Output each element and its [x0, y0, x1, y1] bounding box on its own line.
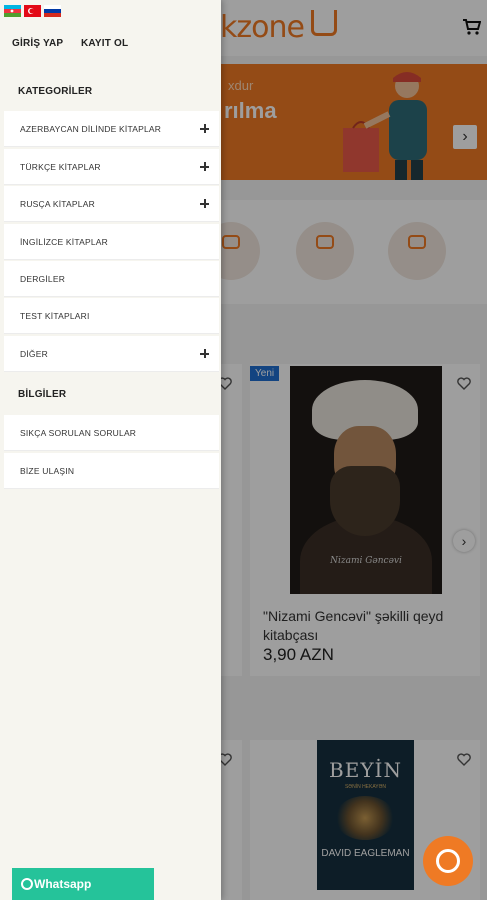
menu-item-label: TEST KİTAPLARI: [20, 311, 90, 321]
menu-item-russian-books[interactable]: RUSÇA KİTAPLAR: [4, 186, 219, 222]
menu-item-english-books[interactable]: İNGİLİZCE KİTAPLAR: [4, 224, 219, 260]
live-chat-button[interactable]: [423, 836, 473, 886]
flag-turkey-icon[interactable]: [24, 5, 41, 17]
flag-russia-icon[interactable]: [44, 5, 61, 17]
menu-item-test-books[interactable]: TEST KİTAPLARI: [4, 298, 219, 334]
whatsapp-label: Whatsapp: [34, 877, 92, 891]
menu-item-label: İNGİLİZCE KİTAPLAR: [20, 237, 108, 247]
menu-item-label: DİĞER: [20, 349, 48, 359]
menu-item-label: DERGİLER: [20, 274, 66, 284]
menu-item-azerbaijani-books[interactable]: AZERBAYCAN DİLİNDE KİTAPLAR: [4, 111, 219, 147]
menu-item-label: RUSÇA KİTAPLAR: [20, 199, 95, 209]
flag-azerbaijan-icon[interactable]: [4, 5, 21, 17]
plus-icon[interactable]: [200, 199, 209, 208]
menu-item-contact[interactable]: BİZE ULAŞIN: [4, 453, 219, 489]
menu-item-faq[interactable]: SIKÇA SORULAN SORULAR: [4, 415, 219, 451]
menu-item-label: SIKÇA SORULAN SORULAR: [20, 428, 137, 438]
plus-icon[interactable]: [200, 162, 209, 171]
menu-item-label: BİZE ULAŞIN: [20, 466, 75, 476]
categories-heading: KATEGORİLER: [18, 86, 93, 97]
info-heading: BİLGİLER: [18, 389, 67, 400]
side-menu-drawer: GİRİŞ YAP KAYIT OL KATEGORİLER AZERBAYCA…: [0, 0, 221, 900]
plus-icon[interactable]: [200, 349, 209, 358]
menu-item-label: TÜRKÇE KİTAPLAR: [20, 162, 101, 172]
chat-bubble-icon: [436, 849, 460, 873]
menu-item-turkish-books[interactable]: TÜRKÇE KİTAPLAR: [4, 149, 219, 185]
menu-item-magazines[interactable]: DERGİLER: [4, 261, 219, 297]
whatsapp-icon: [21, 878, 33, 890]
plus-icon[interactable]: [200, 124, 209, 133]
whatsapp-button[interactable]: Whatsapp: [12, 868, 154, 900]
menu-item-other[interactable]: DİĞER: [4, 336, 219, 372]
login-link[interactable]: GİRİŞ YAP: [12, 38, 63, 49]
register-link[interactable]: KAYIT OL: [81, 38, 128, 49]
menu-item-label: AZERBAYCAN DİLİNDE KİTAPLAR: [20, 124, 162, 134]
